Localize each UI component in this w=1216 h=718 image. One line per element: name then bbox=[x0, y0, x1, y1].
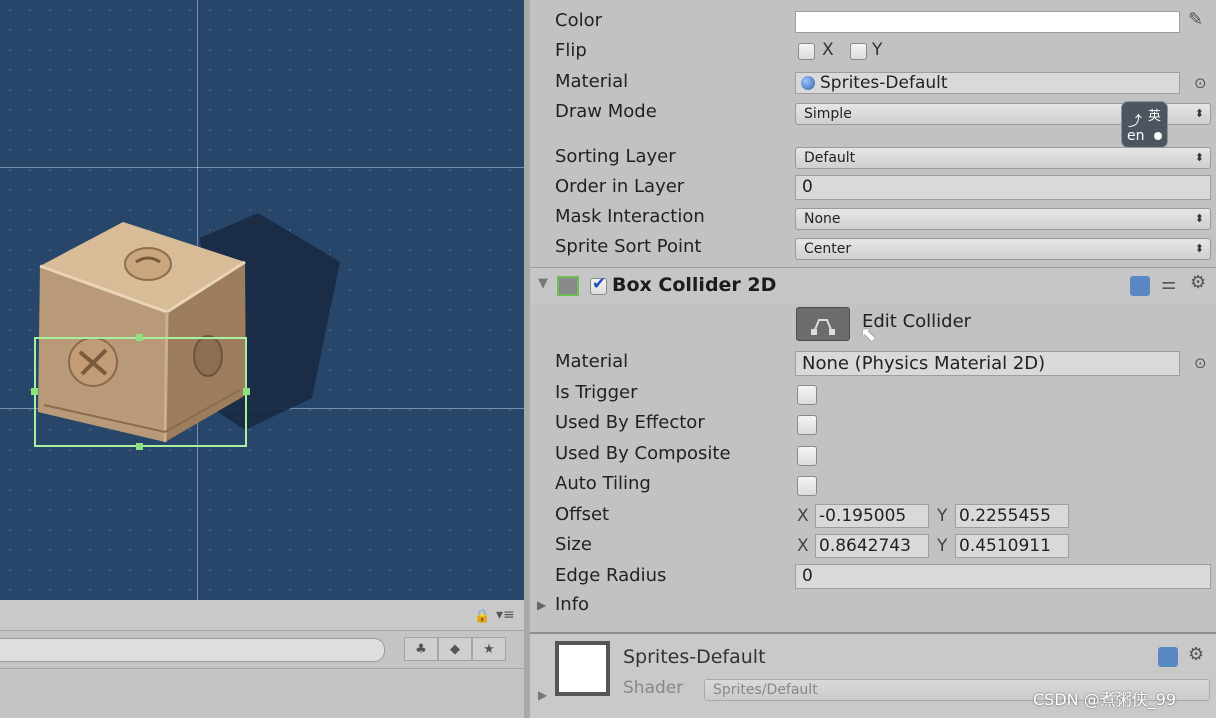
panel-menu-icon[interactable]: ▾≡ bbox=[496, 607, 515, 623]
filter-by-label-icon[interactable]: ◆ bbox=[438, 637, 472, 661]
is-trigger-label: Is Trigger bbox=[555, 382, 638, 403]
sprite-sort-point-value: Center bbox=[804, 241, 852, 257]
edge-radius-field[interactable]: 0 bbox=[795, 564, 1211, 589]
flip-x-checkbox[interactable] bbox=[798, 43, 815, 60]
flip-y-checkbox[interactable] bbox=[850, 43, 867, 60]
mask-interaction-dropdown[interactable]: None ⬍ bbox=[795, 208, 1211, 230]
color-label: Color bbox=[555, 10, 602, 31]
edit-collider-button[interactable] bbox=[796, 307, 850, 341]
chevron-updown-icon: ⬍ bbox=[1194, 107, 1204, 120]
chevron-updown-icon: ⬍ bbox=[1194, 242, 1204, 255]
chevron-updown-icon: ⬍ bbox=[1194, 212, 1204, 225]
edit-collider-label: Edit Collider bbox=[862, 311, 972, 332]
sorting-layer-label: Sorting Layer bbox=[555, 146, 676, 167]
auto-tiling-checkbox[interactable] bbox=[797, 476, 817, 496]
size-label: Size bbox=[555, 534, 592, 555]
ime-chinese-text: 英 bbox=[1148, 109, 1162, 124]
mouse-cursor-icon: ⬉ bbox=[860, 322, 877, 346]
ime-english-text: en bbox=[1127, 128, 1145, 144]
filter-by-type-icon[interactable]: ♣ bbox=[404, 637, 438, 661]
size-y-field[interactable]: 0.4510911 bbox=[955, 534, 1069, 558]
flip-label: Flip bbox=[555, 40, 587, 61]
material-field[interactable]: Sprites-Default bbox=[795, 72, 1180, 94]
size-x-field[interactable]: 0.8642743 bbox=[815, 534, 929, 558]
ime-dot-icon bbox=[1154, 132, 1162, 140]
eyedropper-icon[interactable]: ✎ bbox=[1188, 9, 1203, 30]
material-value: Sprites-Default bbox=[820, 73, 948, 93]
info-foldout-arrow-icon[interactable]: ▶ bbox=[537, 598, 546, 612]
help-book-icon[interactable] bbox=[1130, 276, 1150, 296]
material-name: Sprites-Default bbox=[623, 646, 766, 668]
shader-label: Shader bbox=[623, 678, 684, 698]
help-book-icon[interactable] bbox=[1158, 647, 1178, 667]
checkmark-icon: ✔ bbox=[592, 274, 607, 294]
used-by-composite-checkbox[interactable] bbox=[797, 446, 817, 466]
scene-view[interactable] bbox=[0, 0, 527, 600]
sorting-layer-dropdown[interactable]: Default ⬍ bbox=[795, 147, 1211, 169]
offset-y-field[interactable]: 0.2255455 bbox=[955, 504, 1069, 528]
box-collider-icon bbox=[557, 276, 579, 296]
material-preview-thumbnail bbox=[555, 641, 610, 696]
foldout-arrow-icon[interactable]: ▼ bbox=[538, 276, 548, 291]
chevron-updown-icon: ⬍ bbox=[1194, 151, 1204, 164]
component-title: Box Collider 2D bbox=[612, 274, 777, 296]
mask-interaction-label: Mask Interaction bbox=[555, 206, 705, 227]
draw-mode-value: Simple bbox=[804, 106, 852, 122]
divider bbox=[0, 668, 524, 669]
sorting-layer-value: Default bbox=[804, 150, 856, 166]
ime-language-badge[interactable]: 英 ⤴ en bbox=[1121, 101, 1168, 148]
gear-icon[interactable]: ⚙ bbox=[1190, 272, 1206, 293]
physics-material-field[interactable]: None (Physics Material 2D) bbox=[795, 351, 1180, 376]
favorites-icon[interactable]: ★ bbox=[472, 637, 506, 661]
edit-shape-icon bbox=[811, 319, 835, 335]
preset-sliders-icon[interactable]: ⚌ bbox=[1161, 274, 1176, 294]
material-sphere-icon bbox=[801, 76, 815, 90]
sprite-sort-point-dropdown[interactable]: Center ⬍ bbox=[795, 238, 1211, 260]
flip-x-label: X bbox=[822, 40, 834, 60]
order-in-layer-label: Order in Layer bbox=[555, 176, 685, 197]
color-field[interactable] bbox=[795, 11, 1180, 33]
search-input[interactable] bbox=[0, 638, 385, 662]
draw-mode-label: Draw Mode bbox=[555, 101, 657, 122]
component-enabled-checkbox[interactable]: ✔ bbox=[590, 274, 607, 295]
lock-icon[interactable]: 🔒 bbox=[474, 609, 490, 624]
order-in-layer-field[interactable]: 0 bbox=[795, 175, 1211, 200]
footer-foldout-arrow-icon[interactable]: ▶ bbox=[538, 688, 547, 702]
size-y-label: Y bbox=[937, 536, 948, 556]
size-x-label: X bbox=[797, 536, 809, 556]
offset-x-label: X bbox=[797, 506, 809, 526]
offset-y-label: Y bbox=[937, 506, 948, 526]
material-label: Material bbox=[555, 71, 629, 92]
offset-x-field[interactable]: -0.195005 bbox=[815, 504, 929, 528]
info-foldout-label[interactable]: Info bbox=[555, 593, 589, 617]
auto-tiling-label: Auto Tiling bbox=[555, 473, 651, 494]
sprite-sort-point-label: Sprite Sort Point bbox=[555, 236, 702, 257]
object-picker-icon[interactable]: ⊙ bbox=[1194, 354, 1207, 372]
offset-label: Offset bbox=[555, 504, 610, 525]
box-collider-gizmo[interactable] bbox=[0, 0, 527, 600]
shader-value: Sprites/Default bbox=[713, 682, 818, 698]
mask-interaction-value: None bbox=[804, 211, 841, 227]
object-picker-icon[interactable]: ⊙ bbox=[1194, 74, 1207, 92]
panel-header bbox=[0, 600, 524, 631]
used-by-effector-label: Used By Effector bbox=[555, 412, 705, 433]
edge-radius-label: Edge Radius bbox=[555, 565, 667, 586]
watermark: CSDN @煮粥侠_99 bbox=[1033, 690, 1177, 709]
used-by-composite-label: Used By Composite bbox=[555, 443, 731, 464]
used-by-effector-checkbox[interactable] bbox=[797, 415, 817, 435]
gear-icon[interactable]: ⚙ bbox=[1188, 644, 1204, 665]
collider-material-label: Material bbox=[555, 351, 629, 372]
is-trigger-checkbox[interactable] bbox=[797, 385, 817, 405]
flip-y-label: Y bbox=[872, 40, 883, 60]
